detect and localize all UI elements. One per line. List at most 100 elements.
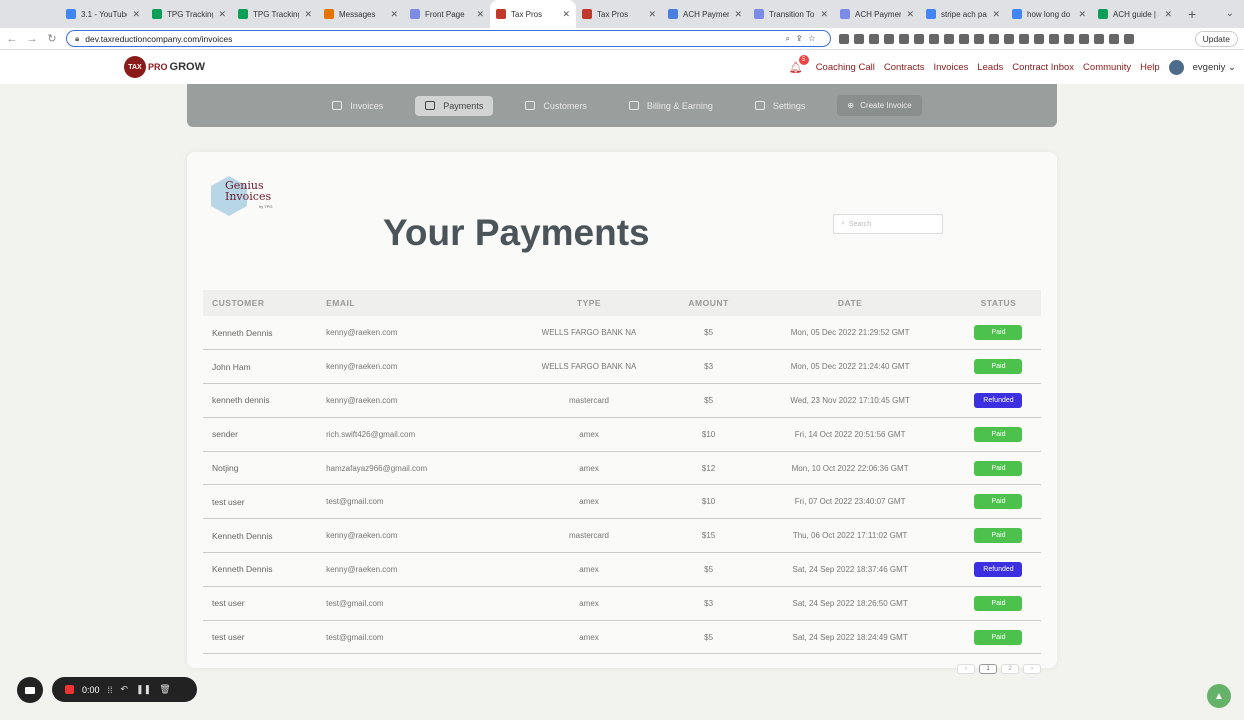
- tab-title: TPG Tracking: [253, 9, 300, 19]
- appnav-tab[interactable]: Billing & Earning: [619, 96, 723, 116]
- delete-icon[interactable]: 🗑︎: [159, 684, 170, 695]
- topnav-link[interactable]: Invoices: [934, 62, 969, 73]
- browser-tab[interactable]: TPG Tracking ✕: [232, 0, 318, 28]
- browser-tab[interactable]: ACH Paymen ✕: [834, 0, 920, 28]
- extension-icon[interactable]: [1079, 33, 1089, 44]
- extension-icons[interactable]: [839, 33, 1134, 44]
- browser-update-button[interactable]: Update: [1194, 30, 1238, 47]
- table-row[interactable]: John Ham kenny@raeken.com WELLS FARGO BANK…: [203, 349, 1041, 385]
- browser-tab[interactable]: Tax Pros ✕: [490, 0, 576, 28]
- extension-icon[interactable]: [929, 33, 939, 44]
- appnav-tab[interactable]: Payments: [415, 95, 494, 116]
- table-row[interactable]: Notjing hamzafayaz966@gmail.com amex $12 Mon…: [203, 451, 1041, 486]
- taxprogrow-logo[interactable]: TAX PRO GROW: [124, 56, 205, 78]
- tab-close-icon[interactable]: ✕: [648, 9, 656, 20]
- extension-icon[interactable]: [1094, 33, 1104, 44]
- prev-page-button[interactable]: ‹: [957, 664, 975, 674]
- new-tab-button[interactable]: +: [1188, 6, 1196, 22]
- create-invoice-button[interactable]: ⊕ Create Invoice: [837, 95, 922, 116]
- browser-tab[interactable]: Front Page ✕: [404, 0, 490, 28]
- notification-bell-icon[interactable]: 🔔︎ 5: [789, 54, 809, 74]
- tab-close-icon[interactable]: ✕: [390, 9, 398, 20]
- recorder-camera-button[interactable]: [17, 677, 43, 703]
- extension-icon[interactable]: [1049, 33, 1059, 44]
- appnav-tab[interactable]: Settings: [745, 96, 816, 116]
- avatar[interactable]: [1168, 59, 1184, 75]
- topnav-link[interactable]: Contract Inbox: [1012, 62, 1074, 73]
- table-row[interactable]: test user test@gmail.com amex $5 Sat, 24 Sep…: [203, 620, 1041, 655]
- table-row[interactable]: test user test@gmail.com amex $10 Fri, 07 Oc…: [203, 484, 1041, 520]
- search-input[interactable]: ⌕ Search: [833, 214, 943, 234]
- undo-icon[interactable]: ↶: [121, 684, 129, 695]
- reload-icon[interactable]: ↻: [46, 32, 58, 45]
- extension-icon[interactable]: [1004, 33, 1014, 44]
- browser-tab[interactable]: TPG Tracking ✕: [146, 0, 232, 28]
- table-row[interactable]: sender rich.swift426@gmail.com amex $10 Fri,…: [203, 417, 1041, 452]
- browser-tab[interactable]: ACH Paymen ✕: [662, 0, 748, 28]
- topnav-link[interactable]: Coaching Call: [816, 62, 875, 73]
- extension-icon[interactable]: [974, 33, 984, 44]
- extension-icon[interactable]: [899, 33, 909, 44]
- extension-icon[interactable]: [1109, 33, 1119, 44]
- record-stop-icon[interactable]: [65, 685, 74, 694]
- browser-tab[interactable]: Tax Pros ✕: [576, 0, 662, 28]
- topnav-link[interactable]: Community: [1083, 62, 1131, 73]
- table-row[interactable]: test user test@gmail.com amex $3 Sat, 24 Sep…: [203, 586, 1041, 621]
- cell-email: hamzafayaz966@gmail.com: [326, 451, 506, 486]
- extension-icon[interactable]: [944, 33, 954, 44]
- tab-close-icon[interactable]: ✕: [304, 9, 312, 20]
- extension-icon[interactable]: [914, 33, 924, 44]
- extension-icon[interactable]: [854, 33, 864, 44]
- tab-close-icon[interactable]: ✕: [218, 9, 226, 20]
- page-button[interactable]: 1: [979, 664, 997, 674]
- browser-tab[interactable]: 3.1 - YouTube ✕: [60, 0, 146, 28]
- table-row[interactable]: Kenneth Dennis kenny@raeken.com mastercard…: [203, 518, 1041, 554]
- url-field[interactable]: 🔒︎ dev.taxreductioncompany.com/invoices …: [66, 30, 831, 47]
- page-button[interactable]: 2: [1001, 664, 1019, 674]
- extension-icon[interactable]: [839, 33, 849, 44]
- extension-icon[interactable]: [989, 33, 999, 44]
- extension-icon[interactable]: [1019, 33, 1029, 44]
- tab-favicon-icon: [496, 9, 506, 19]
- next-page-button[interactable]: ›: [1023, 664, 1041, 674]
- table-row[interactable]: Kenneth Dennis kenny@raeken.com WELLS FARG…: [203, 316, 1041, 351]
- extension-icon[interactable]: [1124, 33, 1134, 44]
- topnav-link[interactable]: Leads: [977, 62, 1003, 73]
- table-row[interactable]: kenneth dennis kenny@raeken.com mastercard…: [203, 383, 1041, 418]
- tab-close-icon[interactable]: ✕: [992, 9, 1000, 20]
- pause-icon[interactable]: ❚❚: [136, 684, 151, 695]
- cell-amount: $5: [672, 552, 745, 587]
- tab-close-icon[interactable]: ✕: [734, 9, 742, 20]
- drag-handle-icon[interactable]: ⁞⁞: [108, 685, 113, 695]
- tab-close-icon[interactable]: ✕: [476, 9, 484, 20]
- help-widget-icon[interactable]: ▲: [1207, 684, 1231, 708]
- extension-icon[interactable]: [884, 33, 894, 44]
- browser-tab[interactable]: Messages ✕: [318, 0, 404, 28]
- address-bar-action-icons[interactable]: ⌕⇪☆: [785, 34, 822, 44]
- tab-close-icon[interactable]: ✕: [562, 9, 570, 20]
- browser-tab[interactable]: stripe ach pa ✕: [920, 0, 1006, 28]
- tab-close-icon[interactable]: ✕: [906, 9, 914, 20]
- topnav-link[interactable]: Contracts: [884, 62, 925, 73]
- window-menu-chevron-icon[interactable]: ⌄: [1226, 8, 1234, 19]
- table-row[interactable]: Kenneth Dennis kenny@raeken.com amex $5 Sat,…: [203, 552, 1041, 587]
- appnav-tab[interactable]: Invoices: [322, 96, 393, 116]
- extension-icon[interactable]: [1064, 33, 1074, 44]
- extension-icon[interactable]: [959, 33, 969, 44]
- forward-icon[interactable]: →: [26, 33, 38, 45]
- extension-icon[interactable]: [869, 33, 879, 44]
- tab-close-icon[interactable]: ✕: [132, 9, 140, 20]
- tab-close-icon[interactable]: ✕: [1164, 9, 1172, 20]
- tab-favicon-icon: [668, 9, 678, 19]
- extension-icon[interactable]: [1034, 33, 1044, 44]
- browser-tab[interactable]: ACH guide | S ✕: [1092, 0, 1178, 28]
- back-icon[interactable]: ←: [6, 33, 18, 45]
- tab-close-icon[interactable]: ✕: [820, 9, 828, 20]
- browser-tab[interactable]: Transition To ✕: [748, 0, 834, 28]
- browser-tab[interactable]: how long do ✕: [1006, 0, 1092, 28]
- tab-close-icon[interactable]: ✕: [1078, 9, 1086, 20]
- cell-type: mastercard: [505, 383, 673, 418]
- user-menu[interactable]: evgeniy ⌄: [1193, 62, 1236, 73]
- topnav-link[interactable]: Help: [1140, 62, 1160, 73]
- appnav-tab[interactable]: Customers: [515, 96, 597, 116]
